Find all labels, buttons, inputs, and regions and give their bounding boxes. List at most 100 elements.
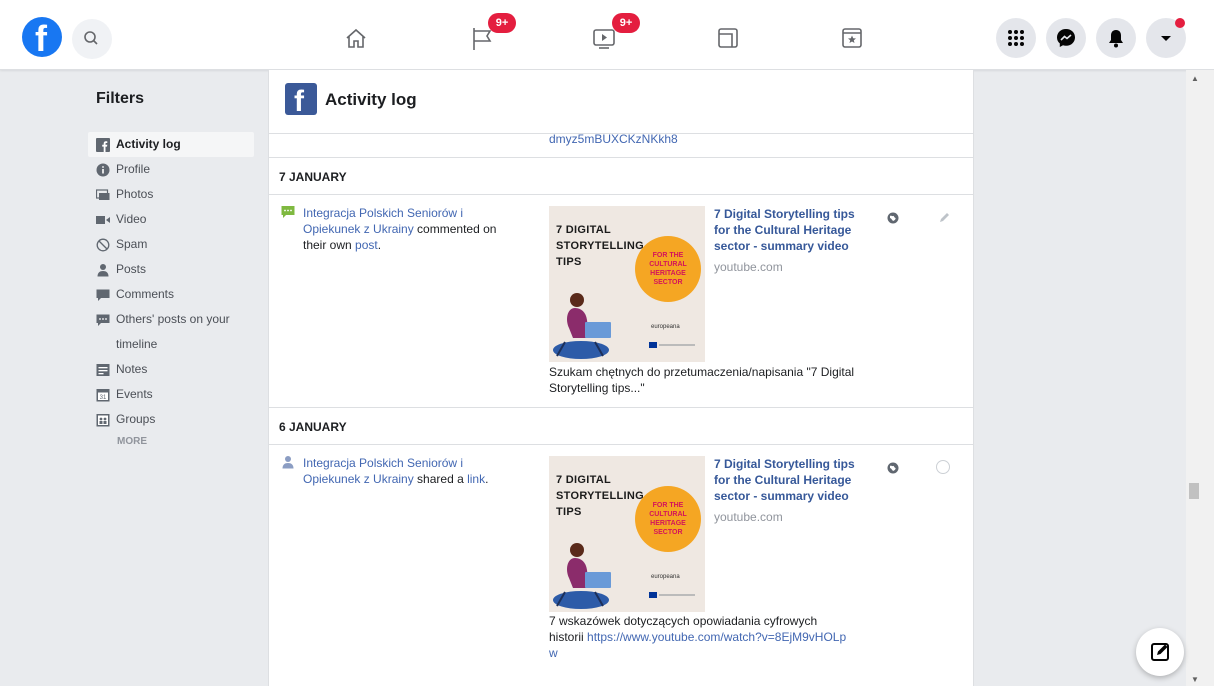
filter-item-posts[interactable]: Posts <box>88 257 254 282</box>
facebook-logo-square: f <box>285 83 317 118</box>
cut-off-link[interactable]: dmyz5mBUXCKzNKkh8 <box>549 132 678 146</box>
filter-label: Others' posts on your timeline <box>116 312 230 351</box>
facebook-logo[interactable]: f <box>22 17 62 59</box>
scroll-down-arrow-icon[interactable]: ▼ <box>1191 675 1199 684</box>
scroll-up-arrow-icon[interactable]: ▲ <box>1191 74 1199 83</box>
filter-item-comments[interactable]: Comments <box>88 282 254 307</box>
filter-item-profile[interactable]: Profile <box>88 157 254 182</box>
filter-label: Spam <box>116 237 148 251</box>
top-navigation-bar: f 9+ 9+ <box>0 0 1214 70</box>
filter-item-others-posts[interactable]: Others' posts on your timeline <box>88 307 254 357</box>
messenger-icon <box>1057 29 1075 47</box>
activity-entry: Integracja Polskich Seniorów i Opiekunek… <box>269 196 973 408</box>
post-caption: 7 wskazówek dotyczących opowiadania cyfr… <box>549 613 849 661</box>
link-title[interactable]: 7 Digital Storytelling tips for the Cult… <box>714 206 872 254</box>
select-radio[interactable] <box>936 460 950 474</box>
brand-label: europeana <box>651 324 680 330</box>
video-icon <box>96 213 110 227</box>
video-thumbnail[interactable]: 7 DIGITAL STORYTELLING TIPS FOR THE CULTUR… <box>549 206 705 362</box>
divider <box>659 594 695 596</box>
link-domain: youtube.com <box>714 260 783 274</box>
logo-letter: f <box>294 85 304 118</box>
home-icon <box>346 28 366 48</box>
filter-item-photos[interactable]: Photos <box>88 182 254 207</box>
filter-item-groups[interactable]: Groups <box>88 407 254 432</box>
home-nav-button[interactable] <box>336 18 376 58</box>
entry-description: Integracja Polskich Seniorów i Opiekunek… <box>303 205 533 253</box>
marketplace-nav-button[interactable] <box>832 18 872 58</box>
action-text: shared a <box>413 472 468 486</box>
filter-item-spam[interactable]: Spam <box>88 232 254 257</box>
person-icon <box>96 263 110 277</box>
gaming-nav-button[interactable] <box>708 18 748 58</box>
filters-more-link[interactable]: MORE <box>117 436 147 447</box>
thumbnail-circle: FOR THE CULTURAL HERITAGE SECTOR <box>635 236 701 302</box>
account-alert-dot <box>1175 18 1185 28</box>
pages-notification-badge: 9+ <box>488 13 516 33</box>
scrollbar-thumb[interactable] <box>1189 483 1199 499</box>
thumbnail-circle-text: FOR THE CULTURAL HERITAGE SECTOR <box>649 502 687 536</box>
menu-button[interactable] <box>996 18 1036 58</box>
filter-list: Activity log Profile Photos Video Spam P… <box>88 132 254 432</box>
search-icon <box>84 31 98 45</box>
page-title: Activity log <box>325 90 417 109</box>
notifications-button[interactable] <box>1096 18 1136 58</box>
bell-icon <box>1109 30 1123 48</box>
facebook-square-icon <box>96 137 110 152</box>
date-label: 6 JANUARY <box>279 420 347 434</box>
info-icon <box>96 163 110 177</box>
globe-icon[interactable] <box>887 212 899 224</box>
thumbnail-title: 7 DIGITAL STORYTELLING TIPS <box>556 474 644 518</box>
watch-notification-badge: 9+ <box>612 13 640 33</box>
pencil-icon[interactable] <box>938 212 950 224</box>
filter-label: Photos <box>116 187 154 201</box>
action-text: . <box>377 238 382 252</box>
thumbnail-circle: FOR THE CULTURAL HERITAGE SECTOR <box>635 486 701 552</box>
logo-letter: f <box>35 18 47 59</box>
marketplace-icon <box>842 28 862 48</box>
video-thumbnail[interactable]: 7 DIGITAL STORYTELLING TIPS FOR THE CULTUR… <box>549 456 705 612</box>
filter-label: Comments <box>116 287 175 301</box>
shared-link[interactable]: link <box>467 472 485 486</box>
divider <box>659 344 695 346</box>
filter-label: Notes <box>116 362 148 376</box>
new-message-button[interactable] <box>1136 628 1184 676</box>
eu-flag-icon <box>649 342 657 348</box>
illustration-person-icon <box>553 293 611 359</box>
chat-bubble-icon <box>96 313 110 327</box>
filter-item-notes[interactable]: Notes <box>88 357 254 382</box>
caption-link[interactable]: https://www.youtube.com/watch?v=8EjM9vHO… <box>549 630 846 660</box>
photos-icon <box>96 188 110 202</box>
search-button[interactable] <box>72 19 112 59</box>
grid-menu-icon <box>1008 30 1024 46</box>
globe-icon[interactable] <box>887 462 899 474</box>
activity-entry: Integracja Polskich Seniorów i Opiekunek… <box>269 446 973 676</box>
post-link[interactable]: post <box>355 238 378 252</box>
block-icon <box>96 238 110 252</box>
actor-link[interactable]: Opiekunek z Ukrainy <box>303 222 414 236</box>
brand-label: europeana <box>651 574 680 580</box>
svg-text:31: 31 <box>100 395 107 401</box>
actor-link[interactable]: Opiekunek z Ukrainy <box>303 472 414 486</box>
person-icon <box>282 456 294 469</box>
actor-link[interactable]: Integracja Polskich Seniorów i <box>303 456 463 470</box>
filter-label: Profile <box>116 162 151 176</box>
date-header: 7 JANUARY <box>269 157 973 195</box>
date-label: 7 JANUARY <box>279 170 347 184</box>
messenger-button[interactable] <box>1046 18 1086 58</box>
comment-icon <box>96 288 110 302</box>
filter-item-activity-log[interactable]: Activity log <box>88 132 254 157</box>
panel-header: f Activity log <box>269 70 973 134</box>
entry-description: Integracja Polskich Seniorów i Opiekunek… <box>303 455 533 487</box>
filter-item-video[interactable]: Video <box>88 207 254 232</box>
link-domain: youtube.com <box>714 510 783 524</box>
filter-label: Events <box>116 387 153 401</box>
thumbnail-title: 7 DIGITAL STORYTELLING TIPS <box>556 224 644 268</box>
link-title[interactable]: 7 Digital Storytelling tips for the Cult… <box>714 456 872 504</box>
eu-flag-icon <box>649 592 657 598</box>
page-scrollbar[interactable] <box>1186 70 1214 686</box>
filter-item-events[interactable]: 31 Events <box>88 382 254 407</box>
groups-icon <box>96 413 110 427</box>
actor-link[interactable]: Integracja Polskich Seniorów i <box>303 206 463 220</box>
compose-icon <box>1151 643 1169 661</box>
